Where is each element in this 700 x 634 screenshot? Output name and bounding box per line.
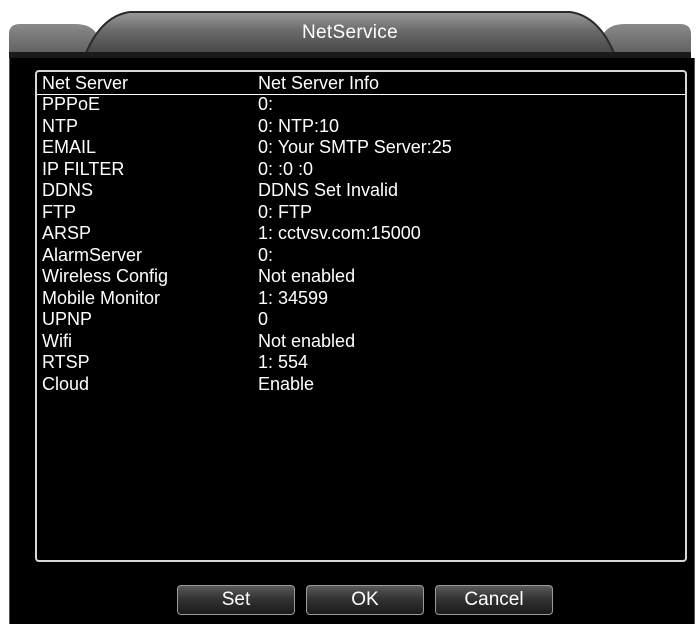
ok-button[interactable]: OK	[306, 585, 424, 615]
net-service-list[interactable]: Net Server Net Server Info PPPoE 0: NTP …	[35, 70, 687, 562]
row-name: Wifi	[42, 330, 72, 351]
row-info: 0	[258, 309, 269, 329]
list-item-wireless-config[interactable]: Wireless Config Not enabled	[37, 266, 685, 288]
row-name: DDNS	[42, 180, 94, 200]
list-item-alarmserver[interactable]: AlarmServer 0:	[37, 245, 685, 267]
row-info: 1: 34599	[258, 287, 329, 308]
header-net-server: Net Server	[42, 73, 129, 93]
window-title: NetService	[302, 22, 398, 43]
row-info: Not enabled	[258, 330, 356, 351]
row-info: 0:	[258, 94, 274, 114]
window-frame-bottom	[0, 624, 700, 634]
row-name: UPNP	[42, 309, 93, 329]
row-name: AlarmServer	[42, 244, 143, 265]
row-info: 1: cctvsv.com:15000	[258, 223, 421, 243]
row-info: Not enabled	[258, 266, 356, 286]
list-item-ftp[interactable]: FTP 0: FTP	[37, 202, 685, 224]
list-item-arsp[interactable]: ARSP 1: cctvsv.com:15000	[37, 223, 685, 245]
list-item-email[interactable]: EMAIL 0: Your SMTP Server:25	[37, 137, 685, 159]
list-item-ip-filter[interactable]: IP FILTER 0: :0 :0	[37, 159, 685, 181]
list-item-cloud[interactable]: Cloud Enable	[37, 374, 685, 396]
row-name: PPPoE	[42, 94, 101, 114]
row-info: 0:	[258, 244, 274, 265]
row-info: Enable	[258, 373, 315, 394]
row-name: Cloud	[42, 373, 90, 394]
list-item-pppoe[interactable]: PPPoE 0:	[37, 94, 685, 116]
title-bar[interactable]: NetService	[0, 0, 700, 58]
row-info: 0: :0 :0	[258, 158, 314, 179]
list-item-wifi[interactable]: Wifi Not enabled	[37, 331, 685, 353]
row-name: NTP	[42, 115, 78, 136]
row-name: RTSP	[42, 352, 90, 372]
row-name: ARSP	[42, 223, 92, 243]
row-name: FTP	[42, 201, 76, 222]
set-button[interactable]: Set	[177, 585, 295, 615]
row-info: DDNS Set Invalid	[258, 180, 399, 200]
row-name: EMAIL	[42, 137, 97, 157]
list-item-ntp[interactable]: NTP 0: NTP:10	[37, 116, 685, 138]
row-name: Mobile Monitor	[42, 287, 161, 308]
row-info: 0: Your SMTP Server:25	[258, 137, 452, 157]
list-item-upnp[interactable]: UPNP 0	[37, 309, 685, 331]
row-name: Wireless Config	[42, 266, 169, 286]
list-item-ddns[interactable]: DDNS DDNS Set Invalid	[37, 180, 685, 202]
list-item-mobile-monitor[interactable]: Mobile Monitor 1: 34599	[37, 288, 685, 310]
list-item-rtsp[interactable]: RTSP 1: 554	[37, 352, 685, 374]
button-bar: Set OK Cancel	[0, 585, 700, 615]
row-name: IP FILTER	[42, 158, 125, 179]
list-header-row: Net Server Net Server Info	[37, 72, 685, 95]
row-info: 1: 554	[258, 352, 309, 372]
row-info: 0: FTP	[258, 201, 313, 222]
header-net-server-info: Net Server Info	[258, 73, 380, 93]
cancel-button[interactable]: Cancel	[435, 585, 553, 615]
row-info: 0: NTP:10	[258, 115, 340, 136]
netservice-dialog: NetService Net Server Net Server Info PP…	[0, 0, 700, 634]
